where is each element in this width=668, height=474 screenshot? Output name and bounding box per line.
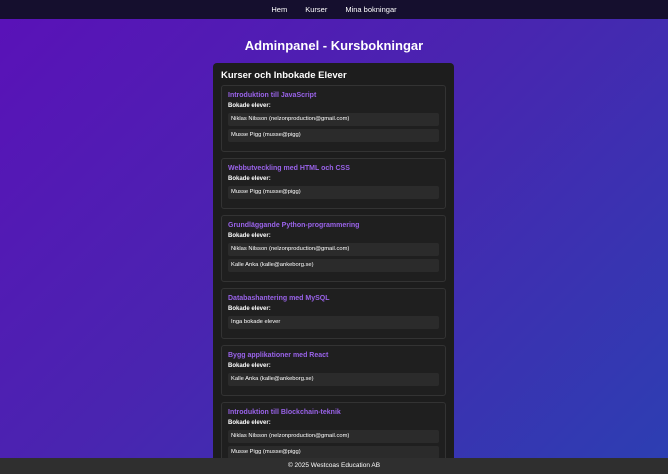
booked-students-label: Bokade elever: — [228, 176, 271, 182]
booked-students-label: Bokade elever: — [228, 306, 271, 312]
nav-link-home[interactable]: Hem — [271, 5, 287, 14]
footer: © 2025 Westcoas Education AB — [0, 458, 668, 474]
course-name: Introduktion till Blockchain-teknik — [228, 409, 341, 416]
student-item: Niklas Nilsson (nelzonproduction@gmail.c… — [228, 430, 439, 443]
course-card: Databashantering med MySQL Bokade elever… — [221, 288, 446, 339]
courses-panel: Kurser och Inbokade Elever Introduktion … — [213, 63, 454, 463]
student-item: Kalle Anka (kalle@ankeborg.se) — [228, 259, 439, 272]
course-card: Bygg applikationer med React Bokade elev… — [221, 345, 446, 396]
course-name: Introduktion till JavaScript — [228, 92, 317, 99]
no-bookings-item: Inga bokade elever — [228, 316, 439, 329]
course-card: Introduktion till JavaScript Bokade elev… — [221, 85, 446, 152]
nav-link-courses[interactable]: Kurser — [305, 5, 327, 14]
course-card: Webbutveckling med HTML och CSS Bokade e… — [221, 158, 446, 209]
course-card: Grundläggande Python-programmering Bokad… — [221, 215, 446, 282]
booked-students-label: Bokade elever: — [228, 233, 271, 239]
student-item: Niklas Nilsson (nelzonproduction@gmail.c… — [228, 243, 439, 256]
nav-link-my-bookings[interactable]: Mina bokningar — [345, 5, 396, 14]
booked-students-label: Bokade elever: — [228, 103, 271, 109]
page-title: Adminpanel - Kursbokningar — [244, 38, 424, 53]
booked-students-label: Bokade elever: — [228, 420, 271, 426]
top-nav: Hem Kurser Mina bokningar — [0, 0, 668, 19]
student-item: Musse Pigg (musse@pigg) — [228, 186, 439, 199]
student-item: Niklas Nilsson (nelzonproduction@gmail.c… — [228, 113, 439, 126]
booked-students-label: Bokade elever: — [228, 363, 271, 369]
course-card: Introduktion till Blockchain-teknik Boka… — [221, 402, 446, 463]
course-name: Grundläggande Python-programmering — [228, 222, 360, 229]
student-item: Kalle Anka (kalle@ankeborg.se) — [228, 373, 439, 386]
student-item: Musse Pigg (musse@pigg) — [228, 129, 439, 142]
panel-title: Kurser och Inbokade Elever — [221, 70, 347, 81]
course-name: Databashantering med MySQL — [228, 295, 330, 302]
course-name: Bygg applikationer med React — [228, 352, 329, 359]
course-name: Webbutveckling med HTML och CSS — [228, 165, 350, 172]
